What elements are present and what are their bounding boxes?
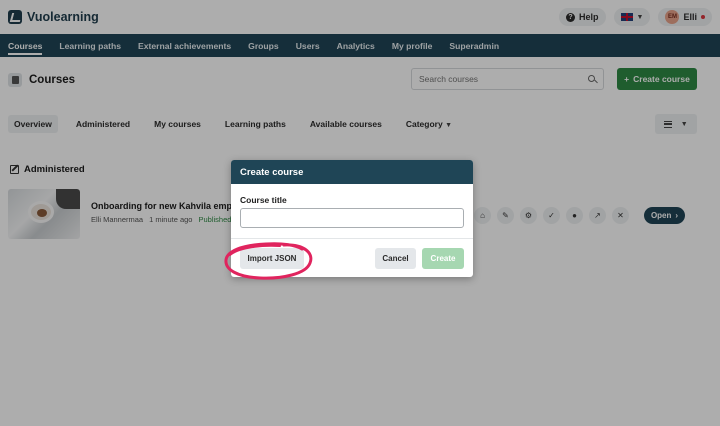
create-button[interactable]: Create bbox=[422, 248, 464, 269]
cancel-button[interactable]: Cancel bbox=[375, 248, 416, 269]
annotation-circle bbox=[224, 242, 313, 280]
course-title-label: Course title bbox=[240, 195, 287, 205]
dialog-title: Create course bbox=[231, 160, 473, 184]
course-title-input[interactable] bbox=[240, 208, 464, 228]
